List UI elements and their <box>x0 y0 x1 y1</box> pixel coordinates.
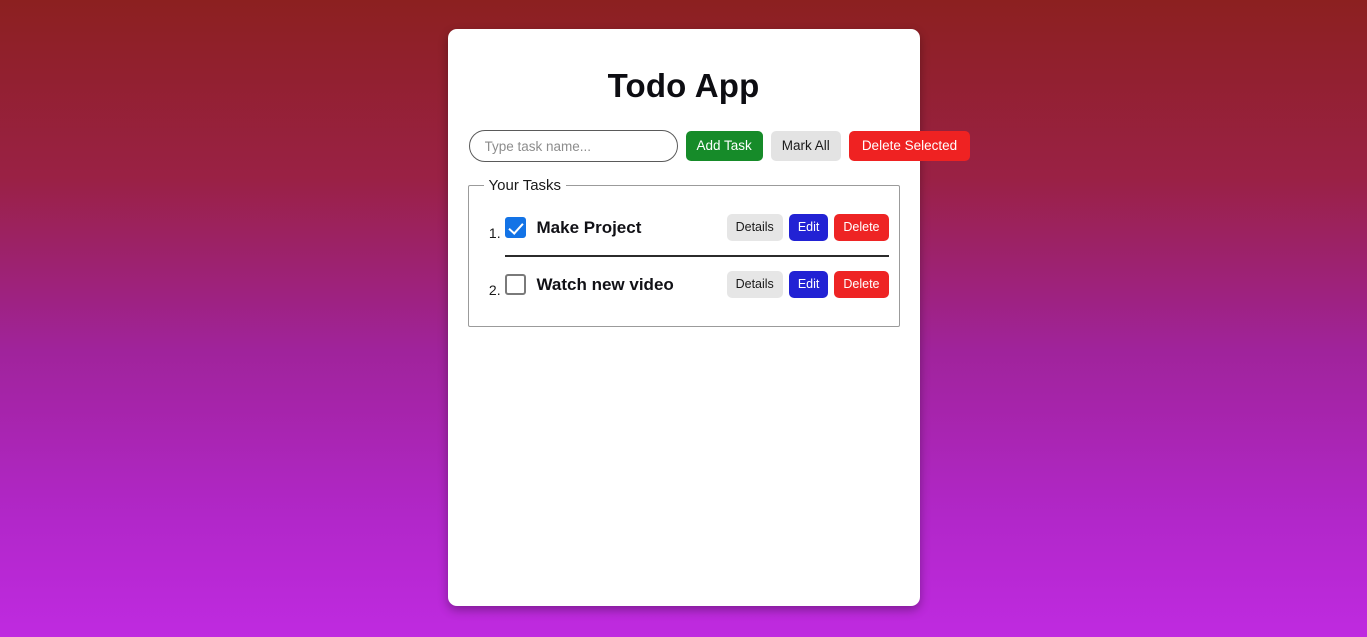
task-row: Watch new video Details Edit Delete <box>504 257 889 312</box>
task-name-input[interactable] <box>468 130 678 162</box>
task-checkbox[interactable] <box>504 274 526 295</box>
task-list: Make Project Details Edit Delete Watch n… <box>479 200 889 312</box>
task-label: Watch new video <box>536 274 674 294</box>
list-item: Make Project Details Edit Delete <box>504 200 889 255</box>
page-title: Todo App <box>607 67 760 104</box>
edit-button[interactable]: Edit <box>788 214 829 241</box>
delete-button[interactable]: Delete <box>834 271 889 298</box>
controls-toolbar: Add Task Mark All Delete Selected <box>468 130 971 162</box>
tasks-legend: Your Tasks <box>488 177 562 194</box>
task-row-actions: Details Edit Delete <box>726 214 889 241</box>
details-button[interactable]: Details <box>726 271 783 298</box>
details-button[interactable]: Details <box>726 214 783 241</box>
task-row-actions: Details Edit Delete <box>726 271 889 298</box>
list-item: Watch new video Details Edit Delete <box>504 255 889 312</box>
mark-all-button[interactable]: Mark All <box>770 131 841 161</box>
edit-button[interactable]: Edit <box>788 271 829 298</box>
tasks-fieldset: Your Tasks Make Project Details Edit Del… <box>467 177 900 327</box>
task-checkbox[interactable] <box>504 217 526 238</box>
add-task-button[interactable]: Add Task <box>685 131 763 161</box>
delete-button[interactable]: Delete <box>834 214 889 241</box>
task-label: Make Project <box>536 217 642 237</box>
todo-app-card: Todo App Add Task Mark All Delete Select… <box>447 29 971 606</box>
delete-selected-button[interactable]: Delete Selected <box>848 131 971 161</box>
task-row: Make Project Details Edit Delete <box>504 200 889 255</box>
